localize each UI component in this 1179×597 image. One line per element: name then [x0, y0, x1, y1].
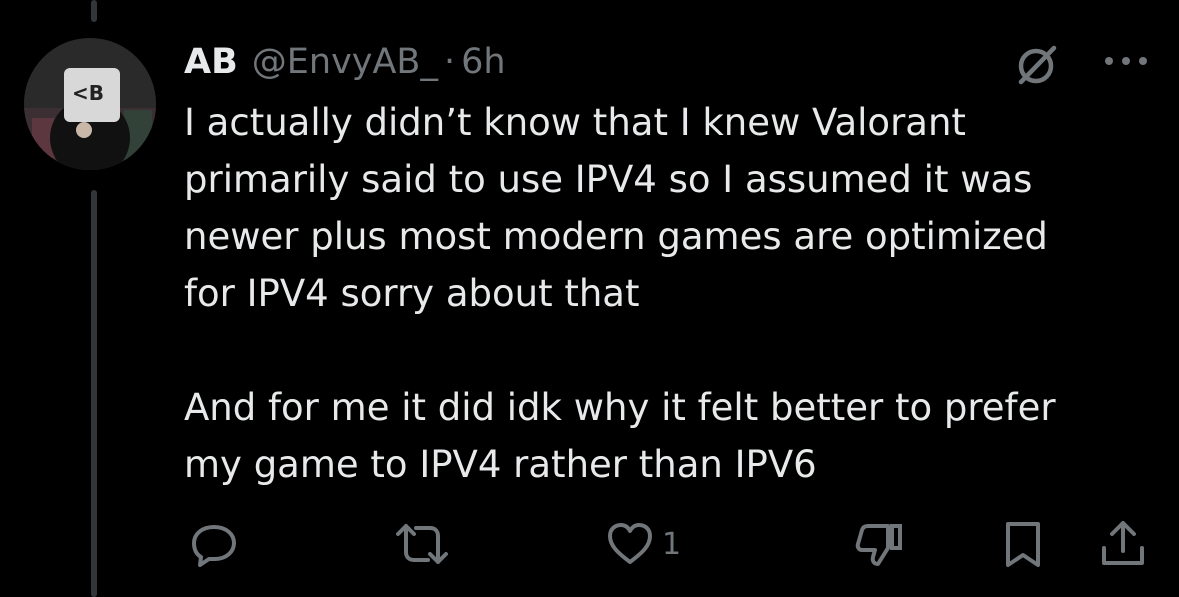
action-bar: 1: [0, 514, 1179, 574]
like-button[interactable]: 1: [604, 514, 681, 574]
timestamp[interactable]: 6h: [461, 42, 505, 82]
more-icon[interactable]: [1100, 46, 1154, 76]
bookmark-button[interactable]: [1000, 514, 1052, 574]
author-name[interactable]: AB: [184, 42, 238, 82]
separator-dot: ·: [443, 42, 456, 82]
heart-icon: [604, 518, 656, 570]
thread-line-top: [91, 0, 97, 22]
tweet-text: I actually didn’t know that I knew Valor…: [184, 101, 1056, 486]
repost-button[interactable]: [394, 514, 456, 574]
downvote-button[interactable]: [852, 514, 912, 574]
reply-button[interactable]: [188, 514, 246, 574]
repost-icon: [394, 518, 450, 570]
reply-icon: [188, 518, 240, 570]
share-button[interactable]: [1098, 514, 1154, 574]
author-handle[interactable]: @EnvyAB_: [252, 42, 438, 82]
like-count: 1: [662, 526, 682, 562]
avatar-mask-text: <B: [72, 81, 104, 105]
share-icon: [1098, 518, 1148, 570]
avatar[interactable]: <B: [24, 38, 156, 170]
thumbs-down-icon: [852, 518, 906, 570]
grok-icon[interactable]: [1014, 42, 1060, 88]
tweet-header: AB @EnvyAB_ · 6h: [184, 36, 506, 88]
bookmark-icon: [1000, 518, 1046, 570]
